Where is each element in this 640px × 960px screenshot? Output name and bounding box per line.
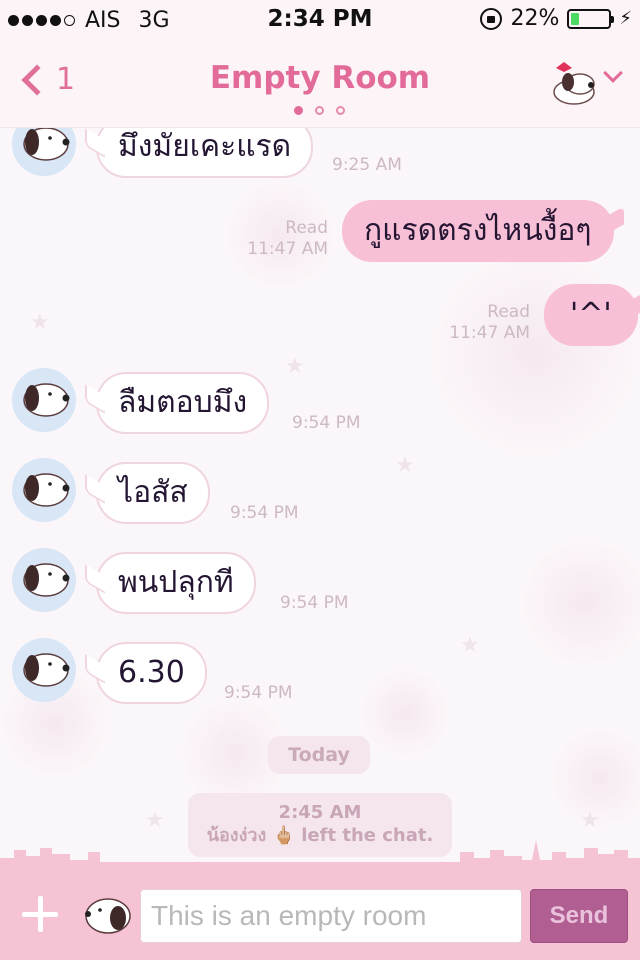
battery-icon <box>567 8 615 29</box>
skyline-decoration <box>0 840 640 870</box>
status-right: 22% ⚡ <box>480 6 632 31</box>
message-time: 9:54 PM <box>292 413 361 433</box>
star-decoration-icon: ★ <box>285 354 305 379</box>
message-bubble-in[interactable]: พนปลุกที <box>96 552 256 614</box>
read-receipt: Read <box>285 218 328 238</box>
contact-avatar[interactable] <box>12 128 76 176</box>
message-bubble-out[interactable]: '^' <box>544 284 638 346</box>
message-bubble-in[interactable]: ไอสัส <box>96 462 210 524</box>
message-time: 9:25 AM <box>332 155 402 175</box>
background-decoration <box>520 538 640 668</box>
plus-icon[interactable] <box>22 896 58 932</box>
charging-icon: ⚡ <box>619 8 632 29</box>
contact-avatar[interactable] <box>12 548 76 612</box>
page-indicator <box>294 106 345 115</box>
message-time: 9:54 PM <box>224 683 293 703</box>
chat-area[interactable]: ★ ★ ★ ★ ★ ★ มึงมัยเคะแรด 9:25 AM Read 11… <box>0 128 640 870</box>
date-separator: Today <box>268 736 370 774</box>
chat-title: Empty Room <box>209 60 431 96</box>
message-time: 11:47 AM <box>247 239 328 259</box>
message-bubble-in[interactable]: มึงมัยเคะแรด <box>96 128 314 178</box>
sticker-icon[interactable] <box>78 890 132 938</box>
star-decoration-icon: ★ <box>460 633 480 658</box>
star-decoration-icon: ★ <box>145 808 165 833</box>
message-time: 9:54 PM <box>280 593 349 613</box>
message-input[interactable] <box>140 889 522 943</box>
message-input-bar: Send <box>0 870 640 960</box>
page-dot <box>315 106 324 115</box>
status-bar: AIS 3G 2:34 PM 22% ⚡ <box>0 0 640 40</box>
message-time: 9:54 PM <box>230 503 299 523</box>
message-bubble-in[interactable]: 6.30 <box>96 642 207 704</box>
background-decoration <box>430 248 640 458</box>
room-avatar-icon[interactable] <box>550 58 600 108</box>
page-dot <box>336 106 345 115</box>
system-message-time: 2:45 AM <box>278 802 362 823</box>
star-decoration-icon: ★ <box>30 310 50 335</box>
chat-header: 1 Empty Room <box>0 40 640 128</box>
read-receipt: Read <box>487 302 530 322</box>
send-button[interactable]: Send <box>530 889 628 943</box>
message-bubble-out[interactable]: กูแรดตรงไหนงื้อๆ <box>342 200 614 262</box>
star-decoration-icon: ★ <box>395 453 415 478</box>
star-decoration-icon: ★ <box>580 808 600 833</box>
battery-percent: 22% <box>510 6 560 31</box>
background-decoration <box>360 668 450 758</box>
contact-avatar[interactable] <box>12 368 76 432</box>
page-dot <box>294 106 303 115</box>
message-meta: Read 11:47 AM <box>230 218 328 260</box>
message-time: 11:47 AM <box>449 323 530 343</box>
rotation-lock-icon <box>480 7 503 30</box>
contact-avatar[interactable] <box>12 638 76 702</box>
message-meta: Read 11:47 AM <box>432 302 530 344</box>
message-bubble-in[interactable]: ลืมตอบมึง <box>96 372 270 434</box>
contact-avatar[interactable] <box>12 458 76 522</box>
